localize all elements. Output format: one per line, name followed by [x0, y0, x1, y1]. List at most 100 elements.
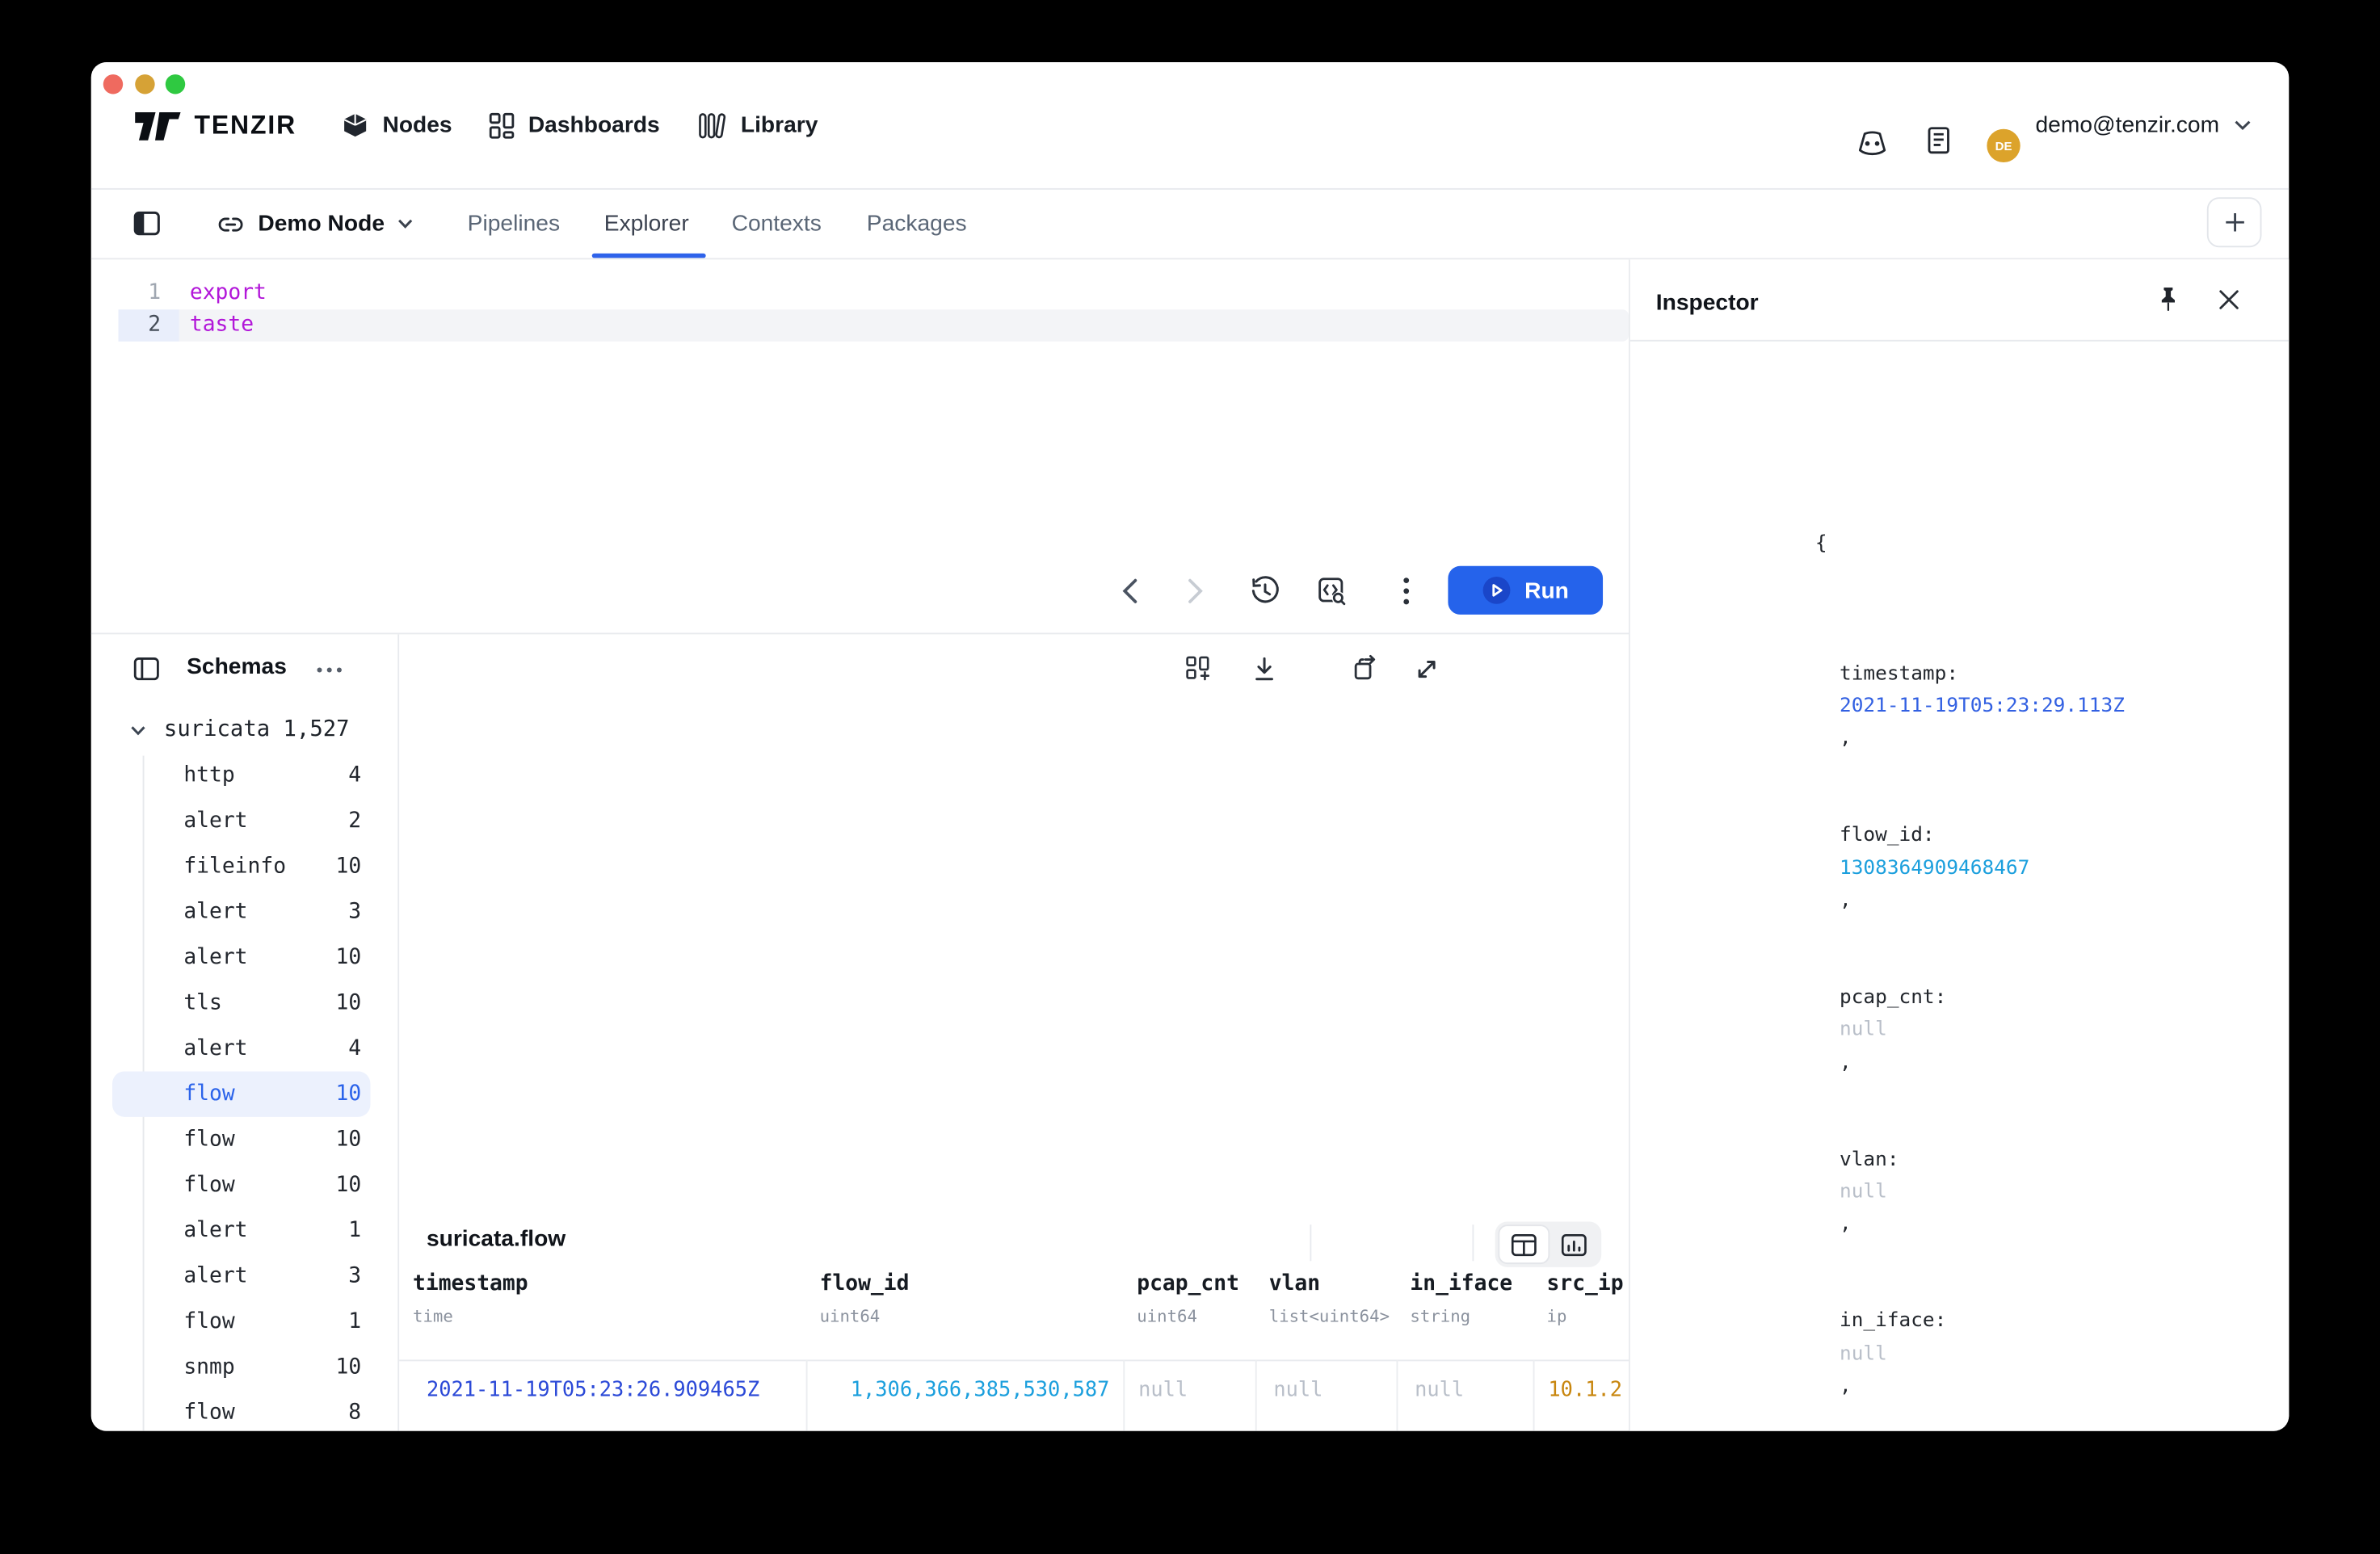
- more-options-button[interactable]: [1402, 577, 1410, 606]
- schema-root-label: suricata 1,527: [164, 718, 350, 742]
- editor-line[interactable]: 1 export: [91, 276, 1629, 309]
- editor-line-active[interactable]: 2 taste: [91, 309, 1629, 341]
- schema-item-count: 8: [348, 1401, 361, 1425]
- schemas-more-button[interactable]: [316, 666, 343, 674]
- toolbar-divider: [1472, 1224, 1474, 1261]
- code-editor[interactable]: 1 export 2 taste: [91, 259, 1629, 632]
- column-header[interactable]: flow_id uint64: [806, 1271, 1124, 1326]
- schema-item[interactable]: alert 2: [91, 798, 398, 843]
- run-button[interactable]: Run: [1448, 566, 1603, 615]
- column-header[interactable]: src_ip ip: [1533, 1271, 1629, 1326]
- tenzir-logo[interactable]: TENZIR: [133, 109, 296, 142]
- schema-item[interactable]: alert 1: [91, 1208, 398, 1254]
- schema-item[interactable]: flow 10: [91, 1071, 398, 1116]
- cell-in-iface[interactable]: null: [1397, 1378, 1533, 1402]
- code-search-button[interactable]: [1316, 575, 1348, 607]
- schema-item-name: flow: [183, 1309, 234, 1334]
- cell-timestamp[interactable]: 2021-11-19T05:23:26.909465Z: [399, 1378, 806, 1402]
- column-header[interactable]: in_iface string: [1397, 1271, 1533, 1326]
- schema-item[interactable]: snmp 10: [91, 1345, 398, 1390]
- pin-icon[interactable]: [2157, 285, 2180, 314]
- json-comma: ,: [1840, 727, 1852, 750]
- nav-item-label: Library: [741, 112, 818, 138]
- schema-item-name: alert: [183, 1219, 247, 1243]
- close-icon[interactable]: [2218, 288, 2240, 311]
- schema-root-suricata[interactable]: suricata 1,527: [91, 708, 398, 751]
- column-header[interactable]: pcap_cnt uint64: [1123, 1271, 1255, 1326]
- sidebar-toggle-button[interactable]: [133, 211, 161, 237]
- cell-vlan[interactable]: null: [1255, 1378, 1397, 1402]
- column-type: uint64: [1137, 1307, 1255, 1326]
- node-link-icon[interactable]: [217, 211, 245, 238]
- table-row[interactable]: 2021-11-19T05:23:27.985303Z 1,306,358,56…: [399, 1421, 1629, 1430]
- schema-item[interactable]: alert 3: [91, 889, 398, 934]
- schema-item-name: tls: [183, 991, 222, 1015]
- schema-item-name: alert: [183, 1264, 247, 1288]
- schema-item-name: flow: [183, 1128, 234, 1152]
- schema-item-count: 1: [348, 1219, 361, 1243]
- tab-explorer[interactable]: Explorer: [604, 190, 689, 258]
- schema-item-count: 10: [335, 946, 361, 970]
- schema-item[interactable]: alert 10: [91, 934, 398, 980]
- manage-columns-button[interactable]: [1185, 656, 1213, 683]
- history-back-button[interactable]: [1121, 578, 1138, 604]
- schema-item[interactable]: flow 8: [91, 1390, 398, 1431]
- schema-item[interactable]: tls 10: [91, 981, 398, 1026]
- schema-item-name: flow: [183, 1173, 234, 1197]
- schema-item[interactable]: fileinfo 10: [91, 844, 398, 889]
- schema-item[interactable]: http 4: [91, 753, 398, 798]
- schema-item-name: alert: [183, 946, 247, 970]
- docs-button[interactable]: [1926, 126, 1952, 155]
- schema-item[interactable]: flow 1: [91, 1299, 398, 1344]
- schema-item-count: 10: [335, 1082, 361, 1107]
- node-name: Demo Node: [258, 211, 385, 237]
- history-button[interactable]: [1249, 575, 1280, 607]
- copy-results-button[interactable]: [1351, 654, 1380, 683]
- avatar[interactable]: DE: [1987, 129, 2020, 162]
- expand-results-button[interactable]: [1413, 656, 1440, 683]
- schema-item[interactable]: alert 4: [91, 1026, 398, 1071]
- column-header[interactable]: timestamp time: [399, 1271, 806, 1326]
- cube-icon: [342, 111, 369, 139]
- avatar-initials: DE: [1995, 139, 2012, 153]
- history-forward-button[interactable]: [1187, 578, 1204, 604]
- nav-item-dashboards[interactable]: Dashboards: [489, 62, 660, 188]
- column-name: timestamp: [413, 1271, 806, 1296]
- node-bar: Demo Node Pipelines Explorer Contexts Pa…: [91, 190, 2290, 258]
- nav-item-library[interactable]: Library: [698, 62, 818, 188]
- download-button[interactable]: [1251, 656, 1278, 683]
- chart-view-button[interactable]: [1550, 1224, 1598, 1264]
- chevron-down-icon: [131, 724, 146, 735]
- column-header[interactable]: vlan list<uint64>: [1255, 1271, 1397, 1326]
- schema-item-count: 4: [348, 1036, 361, 1060]
- schemas-panel: Schemas suricata 1,527 http: [91, 634, 398, 1430]
- schema-item[interactable]: flow 10: [91, 1117, 398, 1162]
- tab-pipelines[interactable]: Pipelines: [468, 190, 560, 258]
- column-name: pcap_cnt: [1137, 1271, 1255, 1296]
- inspector-json[interactable]: { timestamp: 2021-11-19T05:23:29.113Z , …: [1630, 367, 2289, 1431]
- tab-packages[interactable]: Packages: [867, 190, 967, 258]
- user-menu[interactable]: demo@tenzir.com: [2036, 62, 2252, 188]
- json-key: flow_id:: [1840, 825, 1946, 847]
- schema-item-name: fileinfo: [183, 855, 286, 879]
- cell-flow-id[interactable]: 1,306,366,385,530,587: [806, 1378, 1124, 1402]
- cell-src-ip[interactable]: 10.1.2: [1533, 1378, 1629, 1402]
- json-comma: ,: [1840, 1376, 1852, 1398]
- nav-item-nodes[interactable]: Nodes: [342, 62, 452, 188]
- discord-button[interactable]: [1855, 129, 1890, 157]
- table-view-button[interactable]: [1498, 1224, 1550, 1264]
- json-value: 1308364909468467: [1840, 857, 2029, 880]
- tab-contexts[interactable]: Contexts: [732, 190, 822, 258]
- table-row[interactable]: 2021-11-19T05:23:26.909465Z 1,306,366,38…: [399, 1359, 1629, 1421]
- editor-code: export: [190, 280, 267, 304]
- chevron-down-icon: [398, 219, 414, 229]
- schemas-panel-toggle-icon[interactable]: [133, 657, 159, 682]
- cell-pcap-cnt[interactable]: null: [1123, 1378, 1255, 1402]
- schema-item-count: 10: [335, 1355, 361, 1380]
- node-selector[interactable]: Demo Node: [258, 190, 413, 258]
- schema-item[interactable]: alert 3: [91, 1254, 398, 1299]
- add-tab-button[interactable]: [2207, 197, 2262, 247]
- schema-item-count: 3: [348, 900, 361, 924]
- schema-item[interactable]: flow 10: [91, 1162, 398, 1208]
- inspector-title: Inspector: [1656, 290, 1759, 316]
